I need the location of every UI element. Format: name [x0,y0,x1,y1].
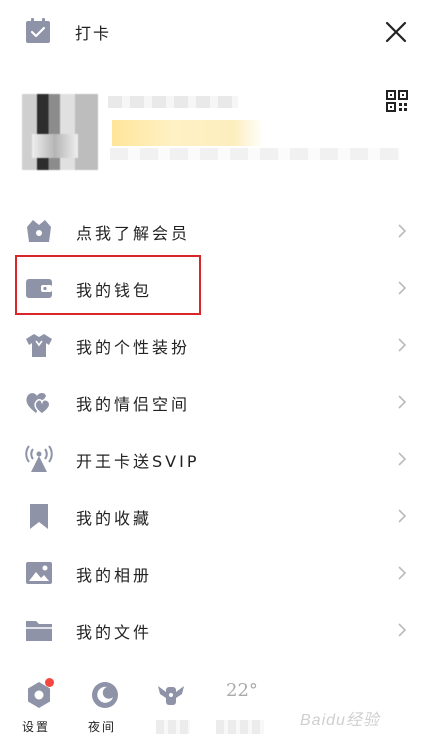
blurred-vip-badge[interactable] [112,120,264,146]
menu-item-wallet[interactable]: 我的钱包 [0,259,427,316]
blurred-city-label [216,720,264,734]
weather-button[interactable]: 22° [214,672,274,742]
menu-item-theme[interactable]: 我的个性装扮 [0,316,427,373]
avatar[interactable] [22,94,98,170]
blurred-label [156,720,190,734]
menu-item-couple[interactable]: 我的情侣空间 [0,373,427,430]
menu-item-king-card[interactable]: 开王卡送SVIP [0,430,427,487]
menu-item-label: 我的文件 [76,623,153,642]
checkin-label[interactable]: 打卡 [75,20,111,44]
settings-label: 设置 [22,720,51,734]
menu-item-label: 点我了解会员 [76,224,191,243]
chevron-right-icon [398,281,407,295]
settings-button[interactable]: 设置 [12,672,72,742]
menu-item-album[interactable]: 我的相册 [0,544,427,601]
night-label: 夜间 [88,720,117,734]
top-bar: 打卡 [0,0,427,64]
winged-badge-icon [158,686,184,705]
menu-item-vip[interactable]: 点我了解会员 [0,202,427,259]
chevron-right-icon [398,395,407,409]
menu-item-label: 我的钱包 [76,281,153,300]
chevron-right-icon [398,566,407,580]
blurred-signature [110,148,400,160]
signal-tower-icon [25,445,53,472]
menu-item-label: 我的情侣空间 [76,395,191,414]
night-mode-button[interactable]: 夜间 [78,672,138,742]
menu-item-label: 我的收藏 [76,509,153,528]
chevron-right-icon [398,509,407,523]
folder-icon [26,621,52,641]
blurred-action-button[interactable] [144,672,204,742]
blurred-nickname [108,96,238,108]
close-icon[interactable] [384,20,408,44]
profile-card[interactable] [0,80,427,180]
notification-dot [45,678,54,687]
chevron-right-icon [398,452,407,466]
moon-icon [92,682,118,708]
weather-temperature: 22° [226,680,258,701]
menu-item-label: 我的相册 [76,566,153,585]
crown-bag-icon [27,220,51,242]
menu-item-favorites[interactable]: 我的收藏 [0,487,427,544]
baidu-watermark: Baidu经验 [300,712,380,729]
photo-icon [26,562,52,584]
tshirt-icon [26,334,52,357]
calendar-check-icon[interactable] [24,17,52,45]
chevron-right-icon [398,338,407,352]
menu-item-label: 我的个性装扮 [76,338,191,357]
menu-item-files[interactable]: 我的文件 [0,601,427,658]
couple-hearts-icon [26,393,51,415]
chevron-right-icon [398,224,407,238]
menu-item-label: 开王卡送SVIP [76,452,200,471]
chevron-right-icon [398,623,407,637]
side-menu: 点我了解会员 我的钱包 我的个性装扮 我的情侣空间 开王卡送SVIP 我的收藏 … [0,202,427,658]
bookmark-icon [30,504,48,529]
qr-code-icon[interactable] [386,90,408,112]
wallet-icon [26,279,52,298]
